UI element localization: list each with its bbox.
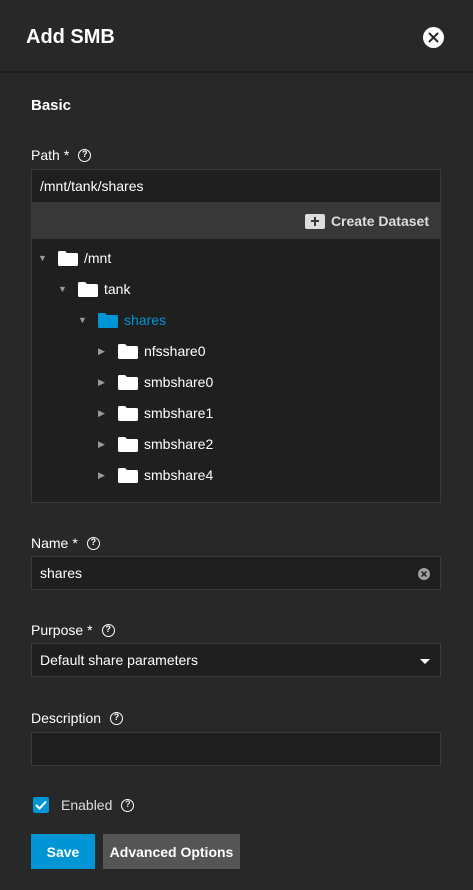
path-input[interactable]: /mnt/tank/shares <box>31 169 441 203</box>
tree-node-smbshare0[interactable]: ▶ smbshare0 <box>98 371 213 393</box>
create-dataset-label: Create Dataset <box>330 213 429 229</box>
expand-arrow-icon[interactable]: ▼ <box>58 284 70 294</box>
tree-node-nfsshare0[interactable]: ▶ nfsshare0 <box>98 340 205 362</box>
help-icon[interactable]: ? <box>78 148 92 162</box>
dialog-title: Add SMB <box>26 26 115 48</box>
name-label: Name * ? <box>31 535 100 551</box>
dialog-header: Add SMB <box>0 0 473 73</box>
enabled-checkbox[interactable] <box>33 797 49 813</box>
purpose-label: Purpose * ? <box>31 622 115 638</box>
expand-arrow-icon[interactable]: ▶ <box>98 408 110 419</box>
description-input[interactable] <box>31 732 441 766</box>
enabled-label: Enabled ? <box>61 797 135 813</box>
expand-arrow-icon[interactable]: ▼ <box>78 315 90 325</box>
folder-icon <box>118 405 138 421</box>
tree-node-label: smbshare1 <box>144 405 214 421</box>
tree-node-label: shares <box>124 312 167 328</box>
clear-icon[interactable] <box>418 568 430 580</box>
tree-node-smbshare2[interactable]: ▶ smbshare2 <box>98 433 213 455</box>
folder-icon <box>58 250 78 266</box>
path-label: Path * ? <box>31 147 92 163</box>
close-icon[interactable] <box>423 27 444 48</box>
purpose-select-value: Default share parameters <box>40 652 198 668</box>
name-required-mark: * <box>72 535 78 551</box>
folder-icon <box>118 467 138 483</box>
chevron-down-icon[interactable] <box>420 659 430 664</box>
name-input[interactable]: shares <box>31 556 441 590</box>
path-label-text: Path <box>31 147 60 163</box>
tree-node-label: smbshare0 <box>144 374 214 390</box>
advanced-options-button[interactable]: Advanced Options <box>103 834 240 869</box>
section-title-basic: Basic <box>31 97 72 114</box>
folder-icon <box>98 312 118 328</box>
expand-arrow-icon[interactable]: ▶ <box>98 377 110 388</box>
purpose-label-text: Purpose <box>31 622 84 638</box>
expand-arrow-icon[interactable]: ▶ <box>98 439 110 450</box>
description-label: Description ? <box>31 710 124 726</box>
add-folder-icon <box>304 213 325 229</box>
help-icon[interactable]: ? <box>110 711 124 725</box>
folder-icon <box>78 281 98 297</box>
tree-node-tank[interactable]: ▼ tank <box>58 278 130 300</box>
help-icon[interactable]: ? <box>121 798 135 812</box>
description-label-text: Description <box>31 710 102 726</box>
folder-icon <box>118 343 138 359</box>
tree-node-label: smbshare4 <box>144 467 214 483</box>
purpose-select[interactable]: Default share parameters <box>31 643 441 677</box>
name-label-text: Name <box>31 535 69 551</box>
expand-arrow-icon[interactable]: ▶ <box>98 346 110 357</box>
enabled-label-text: Enabled <box>61 797 113 813</box>
folder-icon <box>118 374 138 390</box>
tree-node-label: /mnt <box>84 250 112 266</box>
tree-toolbar: Create Dataset <box>32 203 440 239</box>
purpose-required-mark: * <box>87 622 93 638</box>
tree-node-smbshare4[interactable]: ▶ smbshare4 <box>98 464 213 486</box>
expand-arrow-icon[interactable]: ▶ <box>98 470 110 481</box>
save-button[interactable]: Save <box>31 834 95 869</box>
tree-node-label: smbshare2 <box>144 436 214 452</box>
expand-arrow-icon[interactable]: ▼ <box>38 253 50 263</box>
tree-node-smbshare1[interactable]: ▶ smbshare1 <box>98 402 213 424</box>
name-input-value: shares <box>40 565 83 581</box>
create-dataset-button[interactable]: Create Dataset <box>304 213 429 229</box>
path-tree: Create Dataset ▼ /mnt ▼ tank ▼ shares ▶ … <box>31 203 441 503</box>
folder-icon <box>118 436 138 452</box>
tree-node-shares[interactable]: ▼ shares <box>78 309 166 331</box>
path-required-mark: * <box>63 147 70 163</box>
tree-node-label: nfsshare0 <box>144 343 206 359</box>
help-icon[interactable]: ? <box>86 536 100 550</box>
tree-node-mnt[interactable]: ▼ /mnt <box>38 247 111 269</box>
tree-node-label: tank <box>104 281 131 297</box>
help-icon[interactable]: ? <box>101 623 115 637</box>
